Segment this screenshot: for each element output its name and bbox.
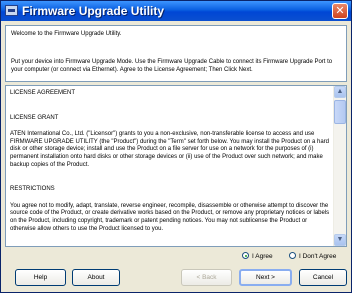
disagree-radio-indicator[interactable] bbox=[289, 252, 296, 259]
license-agreement-heading: LICENSE AGREEMENT bbox=[10, 90, 76, 96]
license-scrollbar[interactable]: ▲ ▼ bbox=[333, 86, 346, 246]
license-grant-heading: LICENSE GRANT bbox=[10, 114, 59, 121]
license-grant-text: ATEN International Co., Ltd. ("Licensor"… bbox=[10, 131, 329, 168]
instructions-text: Put your device into Firmware Upgrade Mo… bbox=[11, 59, 333, 73]
close-button[interactable]: ✕ bbox=[332, 3, 348, 19]
agree-radio-indicator[interactable] bbox=[242, 252, 249, 259]
title-bar[interactable]: Firmware Upgrade Utility ✕ bbox=[1, 1, 351, 21]
restrictions-heading: RESTRICTIONS bbox=[10, 186, 55, 193]
firmware-upgrade-window: Firmware Upgrade Utility ✕ Welcome to th… bbox=[0, 0, 352, 293]
license-text-box[interactable]: LICENSE AGREEMENT LICENSE GRANT ATEN Int… bbox=[5, 85, 347, 247]
restrictions-text: You agree not to modify, adapt, translat… bbox=[10, 202, 330, 232]
scroll-down-icon[interactable]: ▼ bbox=[334, 234, 346, 246]
app-icon bbox=[5, 5, 18, 16]
help-button[interactable]: Help bbox=[15, 269, 66, 286]
about-button[interactable]: About bbox=[72, 269, 120, 286]
next-button[interactable]: Next > bbox=[239, 269, 292, 286]
agree-label: I Agree bbox=[252, 253, 273, 260]
welcome-panel: Welcome to the Firmware Upgrade Utility.… bbox=[5, 25, 347, 82]
disagree-radio[interactable]: I Don't Agree bbox=[289, 252, 336, 262]
disagree-label: I Don't Agree bbox=[299, 253, 337, 260]
back-button[interactable]: < Back bbox=[181, 269, 232, 286]
scroll-up-icon[interactable]: ▲ bbox=[334, 86, 346, 98]
agree-radio[interactable]: I Agree bbox=[242, 252, 273, 262]
welcome-text: Welcome to the Firmware Upgrade Utility. bbox=[11, 31, 122, 37]
license-content: LICENSE AGREEMENT LICENSE GRANT ATEN Int… bbox=[10, 90, 332, 233]
scroll-thumb[interactable] bbox=[334, 100, 346, 124]
window-title: Firmware Upgrade Utility bbox=[22, 4, 165, 18]
cancel-button[interactable]: Cancel bbox=[299, 269, 347, 286]
